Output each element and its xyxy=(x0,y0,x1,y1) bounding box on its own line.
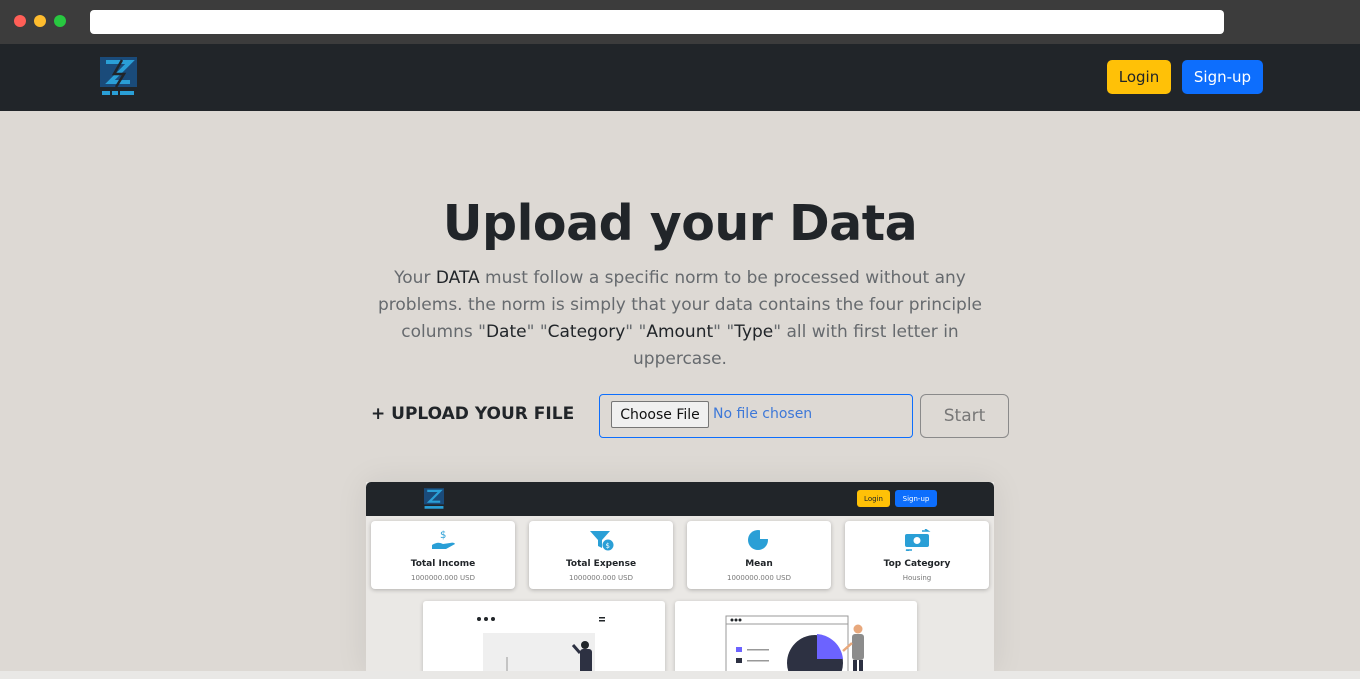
funnel-dollar-icon: $ xyxy=(590,531,614,551)
card-value: 1000000.000 USD xyxy=(727,574,791,582)
desc-part-1: Your xyxy=(394,268,436,288)
desc-part-5: " " xyxy=(713,322,735,342)
card-value: 1000000.000 USD xyxy=(411,574,475,582)
data-norm-description: Your DATA must follow a specific norm to… xyxy=(360,265,1000,373)
preview-logo xyxy=(424,488,444,509)
login-button[interactable]: Login xyxy=(1107,60,1171,94)
card-title: Top Category xyxy=(883,559,951,569)
card-title: Total Expense xyxy=(565,559,637,569)
file-status-text: No file chosen xyxy=(713,406,813,422)
dashboard-preview: Login Sign-up $ Total Income 1000000.000… xyxy=(366,482,994,672)
window-maximize-dot[interactable] xyxy=(54,15,66,27)
svg-text:$: $ xyxy=(440,530,446,541)
pie-chart-icon xyxy=(748,530,769,550)
total-income-card: $ Total Income 1000000.000 USD xyxy=(371,521,515,589)
choose-file-button[interactable]: Choose File xyxy=(611,401,709,428)
top-category-card: Top Category Housing xyxy=(845,521,989,589)
desc-amount-column: Amount xyxy=(646,322,714,342)
desc-date-column: Date xyxy=(485,322,527,342)
window-minimize-dot[interactable] xyxy=(34,15,46,27)
pie-chart-illustration-art xyxy=(725,615,864,672)
preview-login-button: Login xyxy=(857,490,890,507)
window-close-dot[interactable] xyxy=(14,15,26,27)
pie-chart-illustration xyxy=(675,601,917,672)
hand-dollar-icon: $ xyxy=(432,530,455,549)
desc-data-keyword: DATA xyxy=(435,268,480,288)
card-value: Housing xyxy=(902,574,932,582)
money-exchange-icon xyxy=(905,529,931,551)
page-title: Upload your Data xyxy=(442,195,918,252)
presentation-illustration xyxy=(423,601,665,672)
svg-text:$: $ xyxy=(606,542,610,550)
navbar: Login Sign-up xyxy=(0,44,1360,111)
card-value: 1000000.000 USD xyxy=(569,574,633,582)
bottom-edge xyxy=(0,671,1360,679)
desc-type-column: Type xyxy=(734,322,774,342)
file-input[interactable]: Choose File No file chosen xyxy=(599,394,913,438)
preview-navbar: Login Sign-up xyxy=(366,482,994,516)
total-expense-card: $ Total Expense 1000000.000 USD xyxy=(529,521,673,589)
preview-signup-button: Sign-up xyxy=(895,490,937,507)
desc-category-column: Category xyxy=(547,322,626,342)
upload-file-label[interactable]: + UPLOAD YOUR FILE xyxy=(371,404,574,424)
address-bar[interactable] xyxy=(90,10,1224,34)
ezymz-logo[interactable] xyxy=(100,57,137,97)
desc-part-3: " " xyxy=(526,322,548,342)
desc-part-4: " " xyxy=(625,322,647,342)
signup-button[interactable]: Sign-up xyxy=(1182,60,1263,94)
start-button[interactable]: Start xyxy=(920,394,1009,438)
card-title: Total Income xyxy=(410,559,476,569)
presentation-illustration-art xyxy=(477,617,605,672)
mean-card: Mean 1000000.000 USD xyxy=(687,521,831,589)
card-title: Mean xyxy=(745,559,773,569)
browser-chrome xyxy=(0,0,1360,44)
